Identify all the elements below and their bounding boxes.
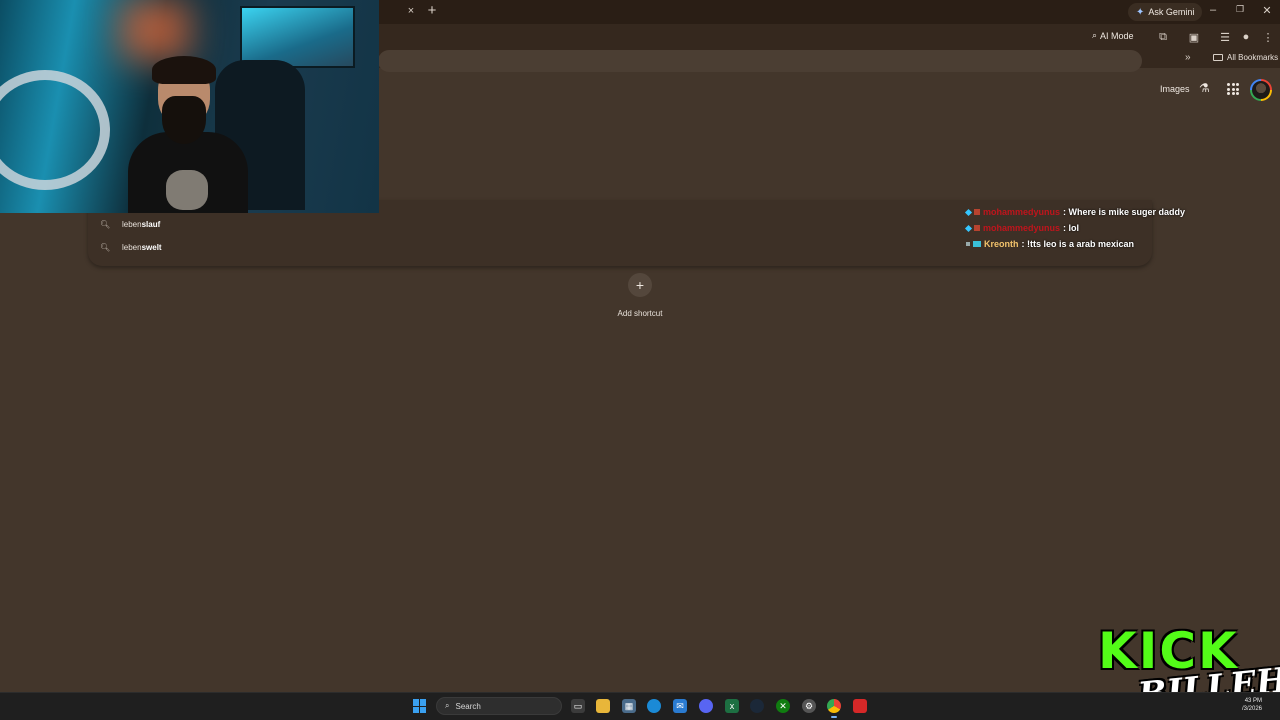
ask-gemini-button[interactable]: ✦ Ask Gemini — [1128, 3, 1203, 21]
edge-icon[interactable] — [647, 699, 661, 713]
profile-icon[interactable]: ● — [1239, 31, 1253, 43]
new-tab-button[interactable]: + — [425, 3, 439, 19]
streamer — [128, 56, 248, 213]
webcam-overlay — [0, 0, 379, 213]
chrome-icon[interactable] — [827, 699, 841, 718]
search-icon: ⌕ — [445, 701, 450, 710]
menu-icon[interactable]: ⋮ — [1261, 31, 1275, 44]
restore-button[interactable]: ❐ — [1233, 4, 1247, 15]
badge-icon — [966, 242, 970, 246]
task-view-icon[interactable]: ▭ — [571, 699, 585, 713]
extensions-icon[interactable]: ⧉ — [1156, 31, 1170, 44]
suggestion-item[interactable]: 🔍︎ lebenswelt — [100, 243, 162, 252]
account-avatar[interactable] — [1250, 79, 1272, 101]
images-link[interactable]: Images — [1160, 84, 1190, 94]
settings-icon[interactable]: ⚙ — [802, 699, 816, 713]
badge-icon — [973, 241, 981, 247]
search-icon: 🔍︎ — [100, 243, 111, 252]
reading-list-icon[interactable]: ☰ — [1218, 31, 1232, 44]
minimize-button[interactable]: – — [1206, 4, 1220, 16]
ai-search-icon: ⌕ — [1092, 30, 1098, 40]
chat-message: mohammedyunus : Where is mike suger dadd… — [964, 204, 1186, 220]
mail-icon[interactable]: ✉ — [673, 699, 687, 713]
suggestion-text: lebenslauf — [122, 220, 161, 229]
clock-time: 43 PM — [1244, 698, 1263, 704]
badge-icon — [964, 224, 973, 232]
discord-icon[interactable] — [699, 699, 713, 713]
badge-icon — [964, 208, 973, 216]
ai-mode-button[interactable]: ⌕ AI Mode — [1092, 30, 1134, 41]
chat-text: : Where is mike suger daddy — [1063, 207, 1186, 217]
windows-start-icon[interactable] — [413, 699, 427, 713]
google-apps-icon[interactable] — [1227, 83, 1239, 95]
close-window-button[interactable]: ✕ — [1260, 4, 1274, 17]
taskbar-search[interactable]: ⌕ Search — [436, 697, 562, 715]
badge-icon — [974, 209, 980, 215]
chat-text: : lol — [1063, 223, 1080, 233]
chat-username: mohammedyunus — [983, 223, 1061, 233]
badge-icon — [974, 225, 980, 231]
taskbar-search-label: Search — [455, 701, 481, 711]
ask-gemini-label: Ask Gemini — [1148, 7, 1195, 17]
search-icon: 🔍︎ — [100, 220, 111, 229]
xbox-icon[interactable]: ✕ — [776, 699, 790, 713]
chat-username: mohammedyunus — [983, 207, 1061, 217]
all-bookmarks-button[interactable]: All Bookmarks — [1213, 53, 1278, 62]
chat-message: Kreonth : !tts leo is a arab mexican — [966, 236, 1185, 252]
taskbar-clock[interactable]: 43 PM /3/2026 — [1242, 697, 1262, 713]
address-bar[interactable] — [378, 50, 1142, 72]
windows-taskbar — [0, 692, 1280, 720]
add-shortcut-button[interactable]: + — [628, 273, 652, 297]
side-panel-icon[interactable]: ▣ — [1187, 31, 1201, 44]
chat-message: mohammedyunus : lol — [964, 220, 1185, 236]
app-red-icon[interactable] — [853, 699, 867, 713]
steam-icon[interactable] — [750, 699, 764, 713]
suggestion-item[interactable]: 🔍︎ lebenslauf — [100, 220, 160, 229]
background-monitor — [240, 6, 355, 68]
tab-close-icon[interactable]: × — [404, 5, 418, 17]
clock-date: /3/2026 — [1242, 706, 1263, 712]
gemini-spark-icon: ✦ — [1136, 6, 1145, 18]
ai-mode-label: AI Mode — [1100, 30, 1134, 41]
labs-flask-icon[interactable]: ⚗ — [1199, 81, 1210, 95]
chat-text: : !tts leo is a arab mexican — [1021, 239, 1135, 249]
suggestion-text: lebenswelt — [122, 243, 162, 252]
add-shortcut-label: Add shortcut — [617, 309, 663, 318]
store-icon[interactable]: ▦ — [622, 699, 636, 713]
chat-username: Kreonth — [984, 239, 1019, 249]
excel-icon[interactable]: x — [725, 699, 739, 713]
all-bookmarks-label: All Bookmarks — [1227, 53, 1279, 62]
racing-wheel — [0, 70, 110, 190]
stream-chat-overlay: mohammedyunus : Where is mike suger dadd… — [964, 204, 1186, 252]
file-explorer-icon[interactable] — [596, 699, 610, 713]
bookmarks-overflow-icon[interactable]: » — [1185, 52, 1191, 63]
folder-icon — [1213, 54, 1223, 61]
